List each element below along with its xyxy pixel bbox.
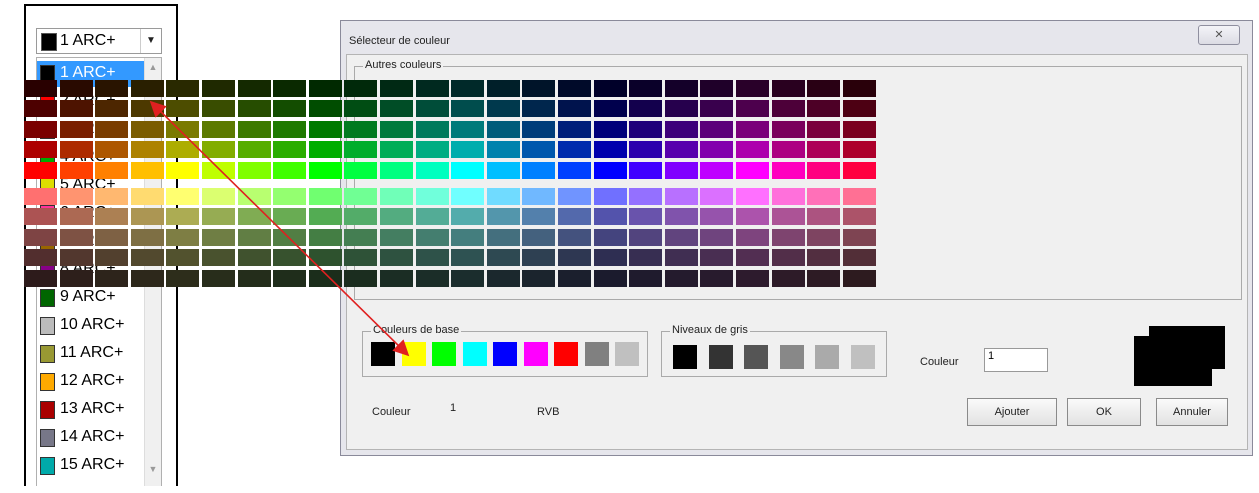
annotation-arrow (149, 100, 410, 357)
